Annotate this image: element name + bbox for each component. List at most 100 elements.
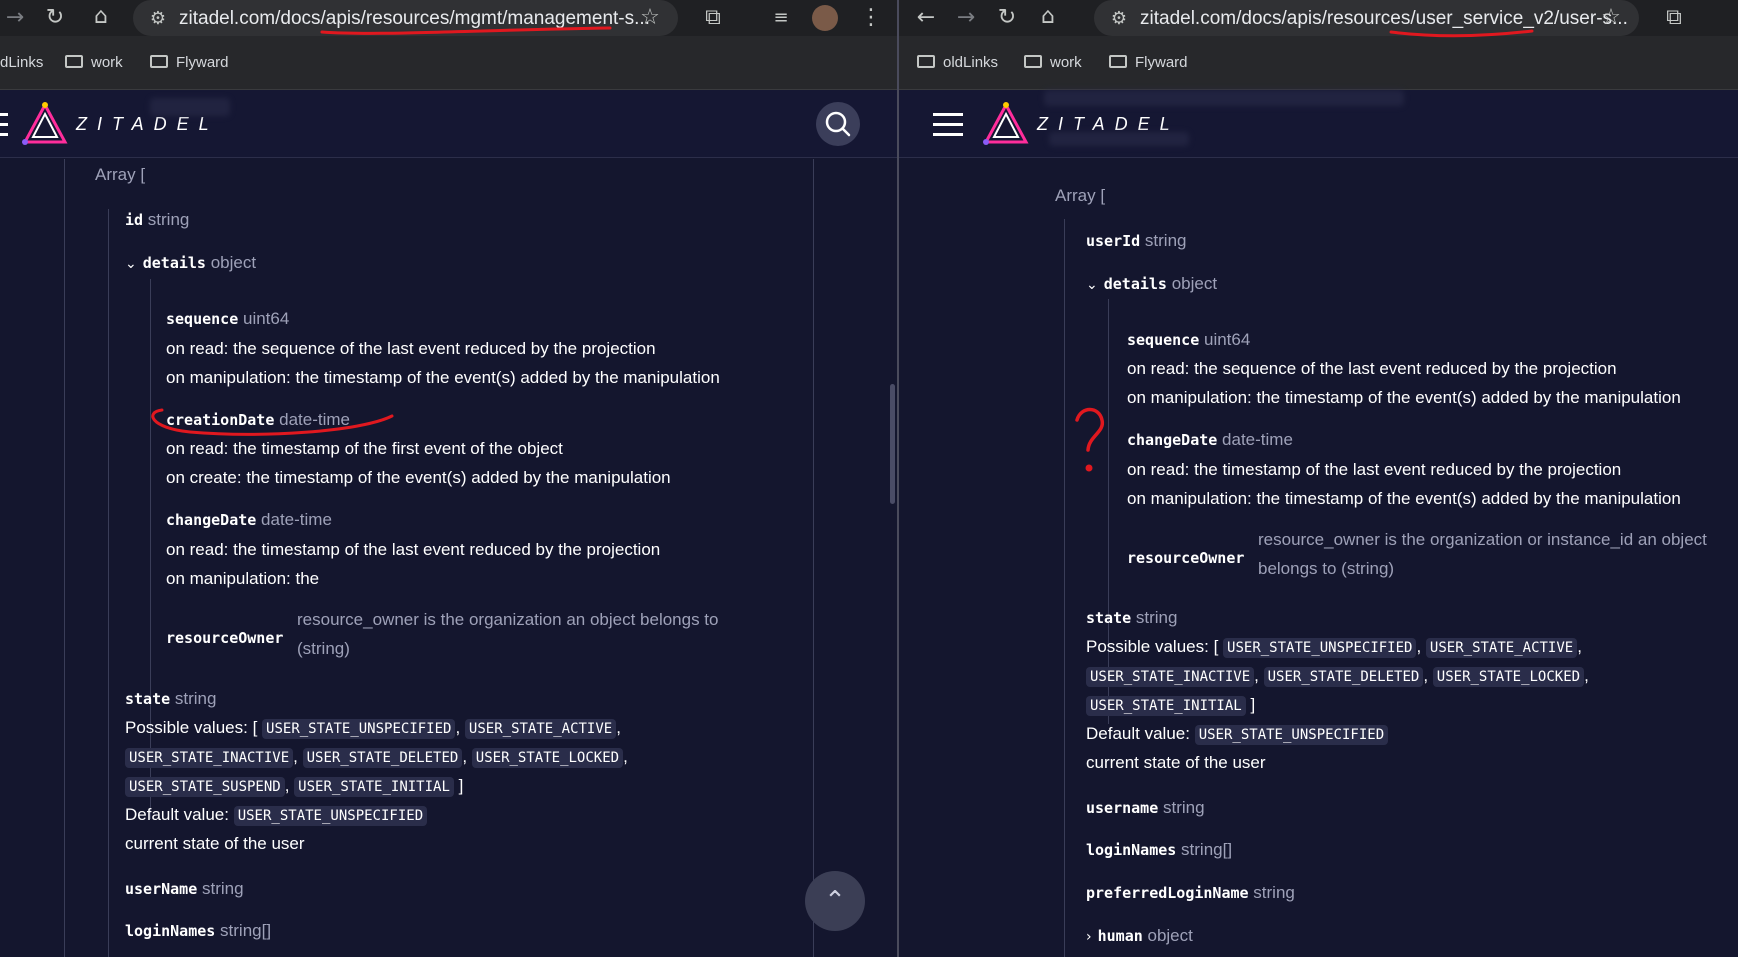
zitadel-logo-icon[interactable] — [983, 102, 1029, 146]
menu-icon[interactable] — [0, 113, 8, 143]
field-description: current state of the user — [1086, 753, 1266, 772]
field-details[interactable]: ⌄ details object — [1086, 274, 1217, 294]
field-id: id string — [125, 210, 189, 230]
field-type: object — [1147, 926, 1193, 945]
field-type: date-time — [279, 410, 350, 429]
forward-icon[interactable]: → — [953, 7, 979, 29]
field-type: string — [1162, 798, 1205, 817]
field-type: string[] — [1181, 840, 1233, 859]
field-description: on read: the timestamp of the last event… — [166, 540, 661, 559]
site-info-icon[interactable]: ⚙ — [1106, 8, 1132, 30]
possible-values-label: Possible values: [ — [125, 718, 258, 737]
folder-icon — [1109, 55, 1127, 68]
bookmark-flyward[interactable]: Flyward — [150, 54, 229, 71]
field-details[interactable]: ⌄ details object — [125, 253, 256, 273]
bookmark-work[interactable]: work — [65, 54, 123, 71]
enum-value: USER_STATE_UNSPECIFIED — [1223, 638, 1417, 658]
media-icon[interactable]: ≡ — [768, 7, 794, 29]
chevron-down-icon: ⌄ — [1086, 277, 1098, 293]
enum-value: USER_STATE_ACTIVE — [1425, 638, 1578, 658]
menu-icon[interactable] — [933, 113, 963, 143]
enum-value: USER_STATE_LOCKED — [471, 748, 624, 768]
bookmark-star-icon[interactable]: ☆ — [637, 7, 663, 29]
bracket-close: ] — [1250, 695, 1256, 714]
possible-values: USER_STATE_SUSPEND, USER_STATE_INITIAL ] — [125, 776, 464, 797]
scroll-to-top-button[interactable]: ⌃ — [805, 871, 865, 931]
site-header: ZITADEL — [899, 90, 1738, 158]
more-menu-icon[interactable]: ⋮ — [858, 7, 884, 29]
field-human[interactable]: › human object — [1086, 926, 1193, 946]
address-bar[interactable]: ⚙ zitadel.com/docs/apis/resources/mgmt/m… — [133, 0, 678, 36]
field-type: object — [210, 253, 257, 272]
enum-value: USER_STATE_UNSPECIFIED — [262, 719, 456, 739]
field-name: sequence — [1127, 331, 1200, 349]
schema-content: Array [ id string ⌄ details object sequen… — [0, 159, 897, 957]
enum-value: USER_STATE_ACTIVE — [464, 719, 617, 739]
field-name: sequence — [166, 310, 239, 328]
bookmark-star-icon[interactable]: ☆ — [1598, 7, 1624, 29]
enum-value: USER_STATE_SUSPEND — [125, 777, 285, 797]
enum-value: USER_STATE_INITIAL — [294, 777, 454, 797]
field-name: userId — [1086, 232, 1141, 250]
forward-icon[interactable]: → — [2, 7, 28, 29]
possible-values: Possible values: [ USER_STATE_UNSPECIFIE… — [1086, 637, 1582, 658]
extensions-icon[interactable]: ⧉ — [1661, 7, 1687, 29]
field-name: changeDate — [1127, 431, 1218, 449]
field-name: creationDate — [166, 411, 275, 429]
reload-icon[interactable]: ↻ — [42, 7, 68, 29]
site-header: ZITADEL — [0, 90, 897, 158]
field-name: loginNames — [125, 922, 216, 940]
home-icon[interactable]: ⌂ — [1035, 6, 1061, 28]
field-resourceowner: resourceOwner — [166, 629, 284, 647]
bookmark-work[interactable]: work — [1024, 54, 1082, 71]
bookmark-flyward[interactable]: Flyward — [1109, 54, 1188, 71]
field-name: state — [125, 690, 171, 708]
field-name: changeDate — [166, 511, 257, 529]
field-name: preferredLoginName — [1086, 884, 1249, 902]
field-type: string — [1253, 883, 1295, 902]
blurred-content — [1049, 132, 1189, 146]
tree-guide — [1108, 299, 1109, 724]
field-description: resource_owner is the organization an ob… — [297, 610, 719, 629]
left-browser-pane: → ↻ ⌂ ⚙ zitadel.com/docs/apis/resources/… — [0, 0, 897, 957]
profile-avatar[interactable] — [812, 5, 838, 31]
logo-text: ZITADEL — [76, 114, 219, 134]
scrollbar-thumb[interactable] — [890, 384, 895, 504]
folder-icon — [65, 55, 83, 68]
home-icon[interactable]: ⌂ — [88, 6, 114, 28]
field-description: on read: the timestamp of the first even… — [166, 439, 563, 458]
field-name: state — [1086, 609, 1132, 627]
zitadel-logo-icon[interactable] — [22, 102, 68, 146]
reload-icon[interactable]: ↻ — [994, 7, 1020, 29]
bracket-close: ] — [458, 776, 464, 795]
site-info-icon[interactable]: ⚙ — [145, 8, 171, 30]
array-open: Array [ — [95, 165, 146, 184]
field-preferredloginname: preferredLoginName string — [1086, 883, 1295, 903]
field-type: string — [201, 879, 244, 898]
field-resourceowner: resourceOwner — [1127, 549, 1245, 567]
field-type: string — [174, 689, 217, 708]
field-type: uint64 — [1203, 330, 1251, 349]
enum-value: USER_STATE_DELETED — [1263, 667, 1424, 687]
chevron-right-icon: › — [1086, 929, 1092, 945]
field-description: on manipulation: the timestamp of the ev… — [166, 368, 720, 387]
tree-guide — [150, 279, 151, 819]
search-button[interactable] — [816, 102, 860, 146]
back-icon[interactable]: ← — [913, 7, 939, 29]
url-text: zitadel.com/docs/apis/resources/user_ser… — [1140, 8, 1628, 29]
tree-guide — [813, 159, 814, 957]
field-name: userName — [125, 880, 198, 898]
address-bar[interactable]: ⚙ zitadel.com/docs/apis/resources/user_s… — [1094, 0, 1639, 36]
bookmark-oldlinks[interactable]: oldLinks — [917, 54, 998, 71]
field-description: on read: the sequence of the last event … — [166, 339, 656, 358]
extensions-icon[interactable]: ⧉ — [700, 7, 726, 29]
field-description: on manipulation: the timestamp of the ev… — [1127, 489, 1681, 508]
default-value: Default value: USER_STATE_UNSPECIFIED — [1086, 724, 1389, 745]
bookmark-oldlinks[interactable]: dLinks — [0, 54, 43, 71]
field-changedate: changeDate date-time — [1127, 430, 1293, 450]
search-icon — [825, 111, 851, 137]
enum-value: USER_STATE_INITIAL — [1086, 696, 1246, 716]
field-type: date-time — [261, 510, 332, 529]
field-type: string — [1135, 608, 1178, 627]
field-name: username — [1086, 799, 1159, 817]
